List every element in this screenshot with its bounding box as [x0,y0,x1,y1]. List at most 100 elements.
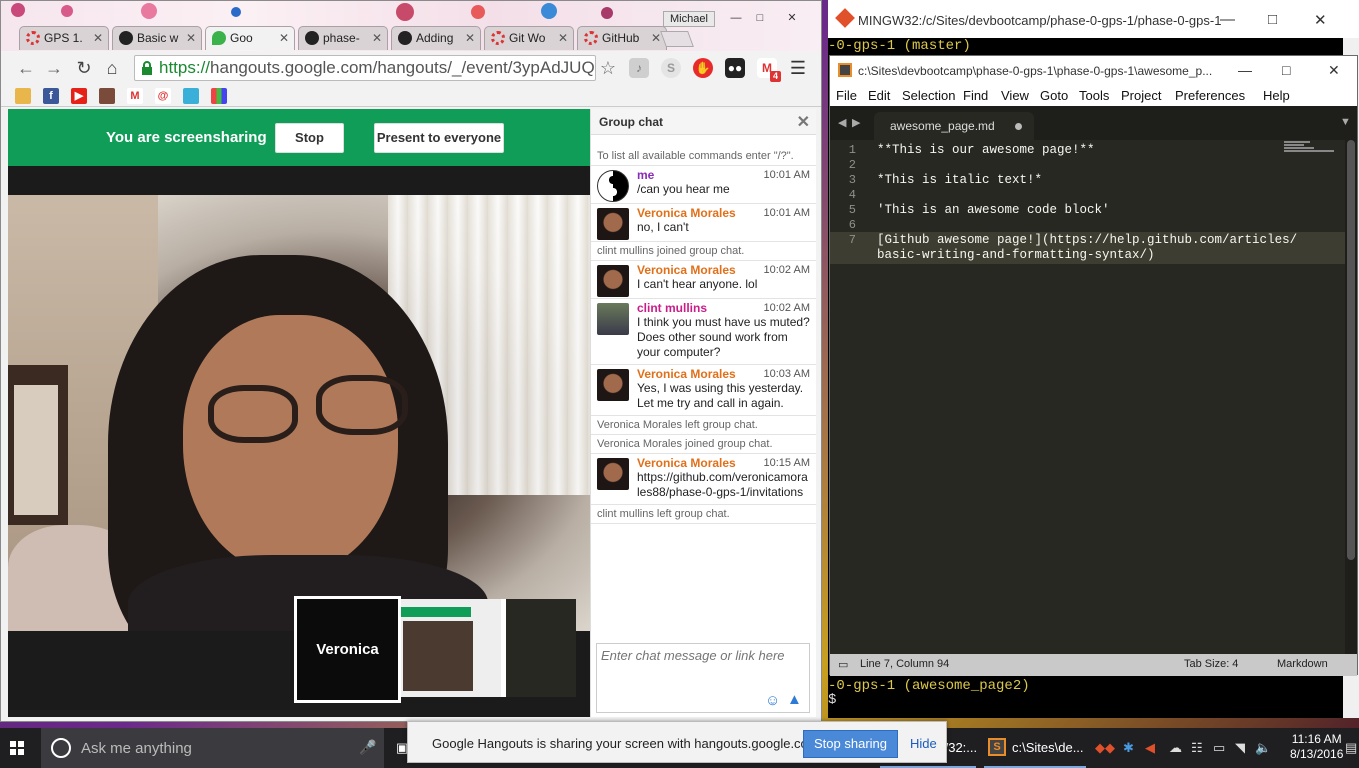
new-tab-button[interactable] [660,31,694,47]
bookmark-star-icon[interactable]: ☆ [597,57,619,79]
menu-item-project[interactable]: Project [1121,88,1161,103]
taskbar-app-sublime[interactable]: S c:\Sites\de... [984,728,1086,768]
minimize-button[interactable]: — [1220,11,1235,28]
speaker-icon[interactable]: 🔈 [1255,740,1271,756]
editor-scrollbar[interactable] [1345,140,1357,655]
menu-item-tools[interactable]: Tools [1079,88,1109,103]
hide-link[interactable]: Hide [910,736,937,751]
search-box[interactable]: Ask me anything 🎤 [41,728,384,768]
home-button[interactable]: ⌂ [101,57,123,79]
close-button[interactable]: ✕ [1328,62,1340,79]
reload-button[interactable]: ↻ [73,57,95,79]
close-button[interactable]: ✕ [779,11,805,27]
colorful-icon[interactable] [183,88,199,104]
browser-tab[interactable]: GPS 1. ✕ [19,26,109,50]
microphone-icon[interactable]: 🎤 [359,739,376,756]
chat-message-input[interactable] [601,648,801,663]
terminal-prompt[interactable]: $ [828,692,836,708]
syntax-mode[interactable]: Markdown [1277,658,1328,670]
tab-close-icon[interactable]: ✕ [465,27,475,49]
chevron-right-icon[interactable]: ▶ [852,116,860,129]
menu-item-selection[interactable]: Selection [902,88,955,103]
gmail-icon[interactable]: M4 [757,58,781,82]
tray-app-icon[interactable]: ☁ [1169,740,1182,756]
maximize-button[interactable]: □ [1282,62,1290,78]
close-button[interactable]: ✕ [1314,11,1327,29]
menu-item-edit[interactable]: Edit [868,88,890,103]
emoji-icon[interactable]: ☺ [765,692,780,709]
drive-icon[interactable]: ▲ [787,691,802,708]
code-line[interactable]: 'This is an awesome code block' [877,203,1110,218]
chevron-down-icon[interactable]: ▼ [1340,116,1351,128]
tab-close-icon[interactable]: ✕ [93,27,103,49]
participant-tile[interactable]: Veronica [294,596,401,703]
tab-close-icon[interactable]: ✕ [279,27,289,49]
back-button[interactable]: ← [15,57,37,79]
swirl-icon[interactable]: @ [155,88,171,104]
gmail-bookmark-icon[interactable]: M [127,88,143,104]
chat-input-box[interactable]: ☺ ▲ [596,643,810,713]
forward-button[interactable]: → [43,57,65,79]
menu-item-goto[interactable]: Goto [1040,88,1068,103]
browser-tab[interactable]: Adding ✕ [391,26,481,50]
stop-screenshare-button[interactable]: Stop [275,123,344,153]
avatar[interactable] [597,369,629,401]
browser-tab[interactable]: Git Wo ✕ [484,26,574,50]
facebook-icon[interactable]: f [43,88,59,104]
youtube-icon[interactable]: ▶ [71,88,87,104]
menu-item-help[interactable]: Help [1263,88,1290,103]
menu-item-file[interactable]: File [836,88,857,103]
maximize-button[interactable]: □ [747,11,773,27]
tab-close-icon[interactable]: ✕ [186,27,196,49]
avatar[interactable] [597,208,629,240]
avatar[interactable] [597,458,629,490]
avatar[interactable] [597,265,629,297]
action-center-icon[interactable]: ▤ [1345,740,1357,756]
sound-icon[interactable]: ♪ [629,58,649,78]
start-button[interactable] [0,728,36,768]
avatar[interactable] [597,170,629,202]
panel-toggle-icon[interactable]: ▭ [838,658,848,671]
browser-tab[interactable]: GitHub ✕ [577,26,667,50]
tray-app-icon[interactable]: ☷ [1191,740,1203,756]
wifi-icon[interactable]: ◥ [1235,740,1245,756]
grid-icon[interactable] [211,88,227,104]
minimize-button[interactable]: — [1238,62,1252,78]
browser-tab[interactable]: Goo ✕ [205,26,295,50]
screenshare-thumbnail[interactable] [401,599,576,697]
tab-close-icon[interactable]: ✕ [558,27,568,49]
unsaved-dot-icon[interactable] [1015,123,1022,130]
address-bar[interactable]: https://hangouts.google.com/hangouts/_/e… [134,55,596,81]
present-to-everyone-button[interactable]: Present to everyone [374,123,504,153]
git-tray-icon[interactable]: ◆◆ [1095,740,1115,756]
minimize-button[interactable]: — [723,11,749,27]
folder-icon[interactable] [15,88,31,104]
code-line[interactable]: [Github awesome page!](https://help.gith… [877,233,1297,263]
volume-mute-icon[interactable]: ◀ [1145,740,1155,756]
skype-icon[interactable]: S [661,58,681,78]
minimap[interactable] [1284,140,1342,166]
menu-item-view[interactable]: View [1001,88,1029,103]
clock[interactable]: 11:16 AM 8/13/2016 [1290,732,1343,762]
maximize-button[interactable]: □ [1268,11,1277,28]
browser-tab[interactable]: Basic w ✕ [112,26,202,50]
bluetooth-icon[interactable]: ✱ [1123,740,1134,756]
tab-close-icon[interactable]: ✕ [372,27,382,49]
menu-item-preferences[interactable]: Preferences [1175,88,1245,103]
avatar[interactable] [597,303,629,335]
bookmark-app-icon[interactable] [99,88,115,104]
code-line[interactable]: **This is our awesome page!** [877,143,1095,158]
chat-link[interactable]: https://github.com/veronicamorales88/pha… [637,470,810,500]
menu-icon[interactable]: ☰ [787,57,809,79]
menu-item-find[interactable]: Find [963,88,988,103]
stop-sharing-button[interactable]: Stop sharing [803,730,898,758]
browser-tab[interactable]: phase- ✕ [298,26,388,50]
close-icon[interactable]: ✕ [797,112,810,132]
code-line[interactable]: *This is italic text!* [877,173,1042,188]
chevron-left-icon[interactable]: ◀ [838,116,846,129]
profile-button[interactable]: Michael [663,11,715,27]
stop-icon[interactable]: ✋ [693,58,713,78]
battery-icon[interactable]: ▭ [1213,740,1225,756]
editor-tab[interactable]: awesome_page.md [874,112,1034,140]
tab-size[interactable]: Tab Size: 4 [1184,658,1238,670]
